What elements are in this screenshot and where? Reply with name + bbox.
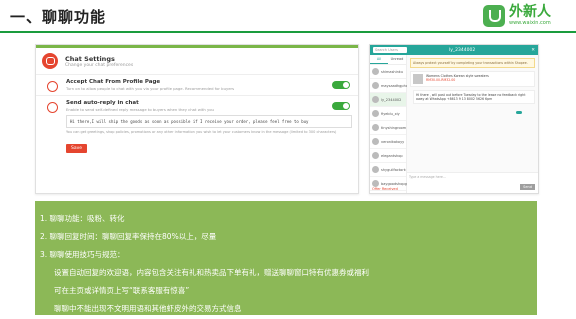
send-button[interactable]: Send	[520, 184, 535, 190]
settings-header: Chat Settings Change your chat preferenc…	[36, 48, 358, 75]
logo-icon	[483, 5, 505, 27]
setting-desc: Enable to send self-defined reply messag…	[66, 107, 214, 112]
current-chat-user[interactable]: ly_2344002	[449, 48, 475, 53]
tab-unread[interactable]: Unread	[388, 55, 406, 64]
settings-title: Chat Settings	[65, 54, 115, 63]
conversation-pane: Always protect yourself by completing yo…	[407, 55, 538, 193]
auto-reply-note: You can get greetings, shop policies, pr…	[66, 130, 337, 134]
offer-received-filter[interactable]: Offer Received	[372, 187, 398, 191]
user-search-input[interactable]: Search Users	[373, 47, 407, 53]
contact-item[interactable]: tinyshingroom	[370, 121, 406, 135]
product-thumbnail	[413, 74, 423, 84]
chat-window: Search Users ly_2344002 ✕ All Unread shi…	[369, 44, 539, 194]
info-line-3: 3. 聊聊使用技巧与规范：	[40, 250, 125, 259]
headset-icon	[47, 102, 58, 113]
chat-bubble-icon	[42, 53, 58, 69]
info-line-4: 设置自动回复的欢迎语，内容包含关注有礼和热卖品下单有礼，赠送聊聊窗口特有优惠券或…	[54, 268, 369, 277]
settings-subtitle: Change your chat preferences	[65, 62, 134, 68]
avatar	[372, 96, 379, 103]
contact-item[interactable]: shimashinku	[370, 65, 406, 79]
chat-header-bar: Search Users ly_2344002 ✕	[370, 45, 538, 55]
avatar	[372, 152, 379, 159]
safety-notice: Always protect yourself by completing yo…	[410, 58, 535, 68]
profile-chat-toggle[interactable]	[332, 81, 350, 89]
avatar	[372, 68, 379, 75]
avatar	[372, 166, 379, 173]
info-line-1: 1. 聊聊功能：吸粉、转化	[40, 214, 125, 223]
info-line-5: 可在主页或详情页上写“联系客服有惊喜”	[54, 286, 190, 295]
close-icon[interactable]: ✕	[531, 48, 535, 53]
tab-all[interactable]: All	[370, 55, 388, 64]
setting-title: Send auto-reply in chat	[66, 100, 139, 106]
setting-title: Accept Chat From Profile Page	[66, 79, 161, 85]
contact-tabs: All Unread	[370, 55, 406, 65]
product-card[interactable]: Womens Clothes Korean style sweaters RM3…	[410, 71, 535, 87]
product-price: RM30.00-RM32.00	[426, 78, 456, 82]
avatar	[372, 180, 379, 187]
message-input-area: Type a message here... Send	[407, 172, 538, 193]
contact-item[interactable]: fiyeblu_xiy	[370, 107, 406, 121]
contact-item[interactable]: shyguilfactork	[370, 163, 406, 177]
info-line-2: 2. 聊聊回复时间：聊聊回复率保持在80%以上，尽量	[40, 232, 217, 241]
info-panel: 1. 聊聊功能：吸粉、转化 2. 聊聊回复时间：聊聊回复率保持在80%以上，尽量…	[35, 201, 537, 315]
slide-title: 一、聊聊功能	[10, 8, 107, 26]
setting-auto-reply: Send auto-reply in chat Enable to send s…	[36, 96, 358, 157]
avatar	[372, 82, 379, 89]
avatar	[372, 138, 379, 145]
logo-url: www.waixin.com	[509, 20, 551, 26]
avatar	[372, 110, 379, 117]
auto-reply-message-input[interactable]: Hi there,I will ship the goods as soon a…	[66, 115, 352, 128]
setting-profile-chat: Accept Chat From Profile Page Turn on to…	[36, 75, 358, 96]
brand-logo: 外新人 www.waixin.com	[483, 5, 551, 27]
logo-name: 外新人	[509, 4, 551, 20]
info-line-6: 聊聊中不能出现不文明用语和其他虾皮外的交易方式信息	[54, 304, 242, 313]
auto-reply-toggle[interactable]	[332, 102, 350, 110]
chat-settings-card: Chat Settings Change your chat preferenc…	[35, 44, 359, 194]
contact-item[interactable]: maysaadhgpha	[370, 79, 408, 93]
title-divider	[0, 31, 576, 33]
chat-message: Hi there , will post out before Tuesday …	[413, 90, 535, 104]
check-circle-icon	[47, 81, 58, 92]
avatar	[372, 124, 379, 131]
sent-message-indicator	[516, 111, 522, 114]
message-input[interactable]: Type a message here...	[407, 173, 538, 181]
contact-list: All Unread shimashinku maysaadhgpha ly_2…	[370, 55, 409, 193]
contact-item-selected[interactable]: ly_2344002	[370, 93, 406, 107]
save-button[interactable]: Save	[66, 144, 88, 153]
setting-desc: Turn on to allow people to chat with you…	[66, 86, 235, 91]
contact-item[interactable]: veronikakoyy	[370, 135, 406, 149]
contact-item[interactable]: elegantshop	[370, 149, 406, 163]
